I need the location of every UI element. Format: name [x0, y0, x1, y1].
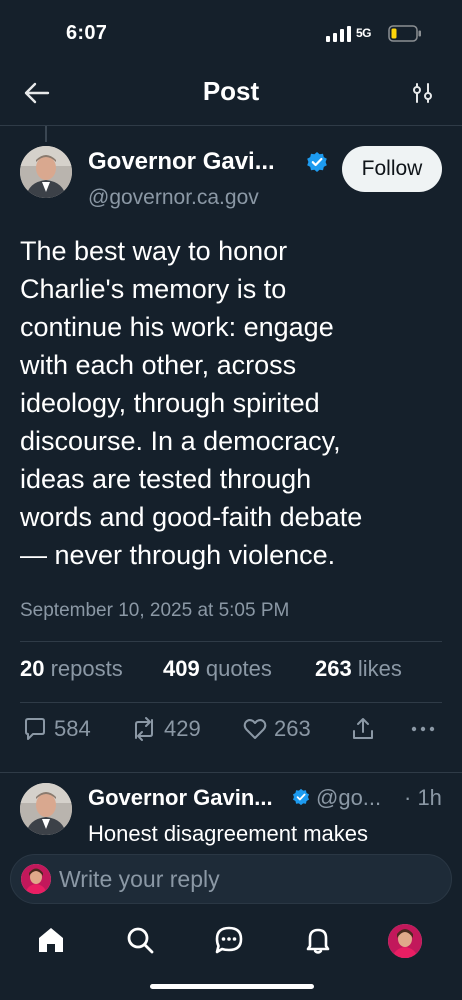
home-icon — [39, 928, 63, 952]
tab-home[interactable] — [33, 922, 69, 958]
reply-count: 584 — [54, 716, 91, 741]
reply-author-handle[interactable]: @go... — [316, 785, 381, 811]
status-bar: 6:07 5G — [0, 0, 462, 70]
reply-time: · 1h — [404, 785, 442, 810]
action-bar: 584 429 263 — [0, 716, 462, 752]
likes-stat[interactable]: 263 likes — [315, 656, 402, 682]
reply-author-name[interactable]: Governor Gavin... — [88, 785, 273, 811]
reply-author-avatar[interactable] — [20, 783, 72, 835]
post-body-line: Charlie's memory is to — [20, 274, 287, 304]
more-button[interactable] — [410, 716, 442, 742]
post-body: The best way to honor Charlie's memory is… — [20, 232, 440, 574]
tab-notifications[interactable] — [300, 922, 336, 958]
follow-button[interactable]: Follow — [342, 146, 442, 192]
verified-badge-icon — [292, 788, 310, 806]
top-nav-bar: Post — [0, 70, 462, 126]
post-body-line: — never through violence. — [20, 540, 336, 570]
reply-input[interactable] — [59, 863, 439, 895]
quotes-label: quotes — [205, 656, 272, 681]
author-handle[interactable]: @governor.ca.gov — [88, 186, 259, 210]
reply-post[interactable]: Governor Gavin... @go... · 1h Honest dis… — [0, 772, 462, 852]
messages-icon — [215, 926, 243, 954]
signal-icon — [326, 26, 351, 42]
tab-search[interactable] — [122, 922, 158, 958]
repost-icon — [135, 717, 153, 741]
likes-label: likes — [357, 656, 402, 681]
page-title: Post — [202, 76, 260, 106]
quotes-count: 409 — [163, 656, 200, 681]
search-icon — [127, 927, 154, 954]
repost-count: 429 — [164, 716, 201, 741]
quotes-stat[interactable]: 409 quotes — [163, 656, 272, 682]
repost-button[interactable]: 429 — [130, 716, 201, 742]
reposts-label: reposts — [50, 656, 123, 681]
notifications-icon — [306, 928, 330, 954]
tab-profile-avatar[interactable] — [388, 924, 422, 958]
reposts-stat[interactable]: 20 reposts — [20, 656, 123, 682]
author-avatar[interactable] — [20, 146, 72, 198]
post-body-line: ideology, through spirited — [20, 388, 320, 418]
battery-icon — [388, 25, 421, 42]
network-label: 5G — [356, 26, 372, 40]
thread-connector — [45, 126, 47, 142]
share-button[interactable] — [350, 716, 382, 742]
post-body-line: words and good-faith debate — [20, 502, 363, 532]
tab-messages[interactable] — [211, 922, 247, 958]
divider — [20, 641, 442, 642]
bottom-tab-bar — [0, 912, 462, 972]
reply-icon — [25, 718, 45, 740]
share-icon — [353, 718, 373, 739]
post-timestamp[interactable]: September 10, 2025 at 5:05 PM — [20, 600, 289, 622]
sliders-icon[interactable] — [410, 80, 436, 106]
post-body-line: with each other, across — [20, 350, 297, 380]
heart-icon — [243, 719, 267, 739]
more-dots-icon — [411, 726, 435, 732]
divider — [20, 702, 442, 703]
verified-badge-icon — [307, 152, 327, 172]
post-body-line: discourse. In a democracy, — [20, 426, 341, 456]
likes-count: 263 — [315, 656, 352, 681]
status-time: 6:07 — [66, 22, 108, 44]
current-user-avatar — [21, 864, 51, 894]
reply-composer[interactable] — [10, 854, 452, 904]
like-button[interactable]: 263 — [242, 716, 311, 742]
reply-text: Honest disagreement makes — [88, 821, 369, 846]
post-body-line: ideas are tested through — [20, 464, 312, 494]
post-body-line: continue his work: engage — [20, 312, 334, 342]
reply-button[interactable]: 584 — [22, 716, 91, 742]
reposts-count: 20 — [20, 656, 45, 681]
post-body-line: The best way to honor — [20, 236, 288, 266]
like-count: 263 — [274, 716, 311, 741]
author-name[interactable]: Governor Gavi... — [88, 148, 275, 176]
home-indicator — [150, 984, 314, 989]
